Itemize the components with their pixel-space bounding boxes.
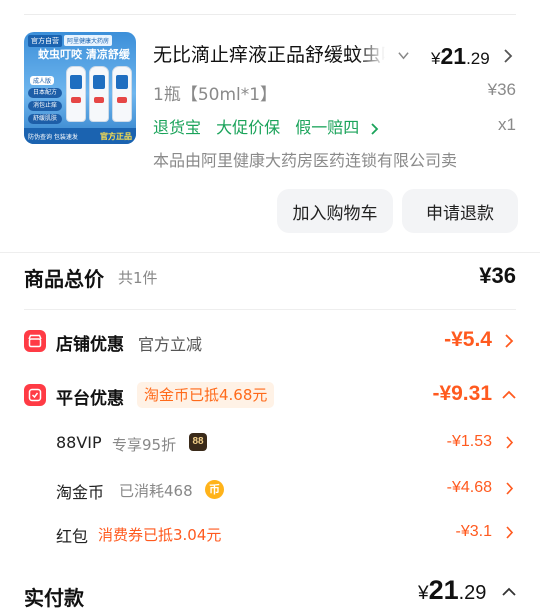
- platform-discount-label: 平台优惠: [56, 389, 124, 409]
- store-discount-label: 店铺优惠: [56, 335, 124, 355]
- service-item: 退货宝: [153, 118, 202, 137]
- chevron-right-icon: [371, 122, 379, 135]
- thumb-foot-text: 防伪查询 包装速发: [28, 134, 78, 141]
- item-count: 共1件: [118, 269, 158, 287]
- coin-note: 已消耗468: [119, 482, 193, 500]
- red-packet-label: 红包: [56, 527, 89, 546]
- product-price: ¥21.29: [431, 43, 490, 70]
- total-value: ¥36: [479, 263, 516, 288]
- product-title[interactable]: 无比滴止痒液正品舒缓蚊虫叮咬: [153, 42, 385, 68]
- bottle-illustration: [66, 66, 86, 122]
- service-guarantees[interactable]: 退货宝 大促价保 假一赔四: [153, 114, 379, 138]
- paid-integer: 21: [428, 575, 459, 605]
- red-packet-value[interactable]: -¥3.1: [456, 523, 492, 541]
- section-divider: [0, 252, 540, 253]
- store-icon: [24, 330, 46, 352]
- add-to-cart-button[interactable]: 加入购物车: [277, 189, 393, 233]
- vip-note: 专享95折: [112, 436, 177, 454]
- thumb-footer: 防伪查询 包装速发 官方正品: [24, 128, 136, 144]
- paid-label: 实付款: [24, 586, 84, 609]
- top-divider: [24, 14, 516, 15]
- price-decimal: .29: [466, 49, 490, 68]
- thumb-tag-store: 阿里健康大药房: [64, 35, 113, 46]
- request-refund-button[interactable]: 申请退款: [402, 189, 518, 233]
- chevron-down-icon[interactable]: [398, 50, 409, 61]
- paid-currency: ¥: [418, 583, 429, 604]
- thumb-official-label: 官方正品: [100, 132, 132, 141]
- coin-deduction-tag: 淘金币已抵4.68元: [137, 382, 275, 408]
- divider: [24, 309, 516, 310]
- paid-decimal: .29: [458, 582, 487, 604]
- coin-icon: 币: [205, 480, 224, 499]
- vip-label: 88VIP: [56, 433, 102, 452]
- service-item: 大促价保: [216, 118, 281, 137]
- thumb-pill-3: 舒缓肌肤: [28, 114, 62, 124]
- total-label: 商品总价: [24, 267, 104, 291]
- bottle-illustration: [89, 66, 109, 122]
- chevron-up-icon[interactable]: [502, 587, 516, 597]
- product-spec: 1瓶【50ml*1】: [153, 85, 278, 105]
- thumb-pill-2: 消包止痒: [28, 101, 62, 111]
- vip-discount-value[interactable]: -¥1.53: [447, 433, 492, 451]
- chevron-right-icon[interactable]: [505, 526, 514, 539]
- chevron-right-icon[interactable]: [504, 334, 514, 348]
- seller-note: 本品由阿里健康大药房医药连锁有限公司卖: [153, 151, 458, 170]
- service-item: 假一赔四: [295, 118, 360, 137]
- thumb-headline: 蚊虫叮咬 清凉舒缓: [38, 48, 130, 61]
- thumb-pill-1: 日本配方: [28, 88, 62, 98]
- original-price: ¥36: [487, 80, 516, 99]
- chevron-up-icon[interactable]: [502, 390, 516, 400]
- store-discount-value[interactable]: -¥5.4: [444, 328, 492, 352]
- product-thumbnail[interactable]: 官方自营 阿里健康大药房 蚊虫叮咬 清凉舒缓 成人版 日本配方 消包止痒 舒缓肌…: [24, 32, 136, 144]
- thumb-kid-tag: 成人版: [30, 76, 55, 85]
- quantity: x1: [498, 115, 516, 134]
- vip-badge: 88: [189, 433, 207, 451]
- coin-discount-value[interactable]: -¥4.68: [447, 479, 492, 497]
- price-integer: 21: [440, 43, 467, 69]
- chevron-right-icon[interactable]: [505, 436, 514, 449]
- chevron-right-icon[interactable]: [503, 49, 513, 63]
- bottle-illustration: [112, 66, 132, 122]
- store-discount-sub: 官方立减: [138, 335, 203, 354]
- platform-discount-icon: [24, 384, 46, 406]
- coin-label: 淘金币: [56, 483, 105, 502]
- chevron-right-icon[interactable]: [505, 482, 514, 495]
- paid-amount: ¥21.29: [418, 575, 486, 606]
- red-packet-note: 消费券已抵3.04元: [98, 526, 222, 544]
- platform-discount-value[interactable]: -¥9.31: [432, 382, 492, 406]
